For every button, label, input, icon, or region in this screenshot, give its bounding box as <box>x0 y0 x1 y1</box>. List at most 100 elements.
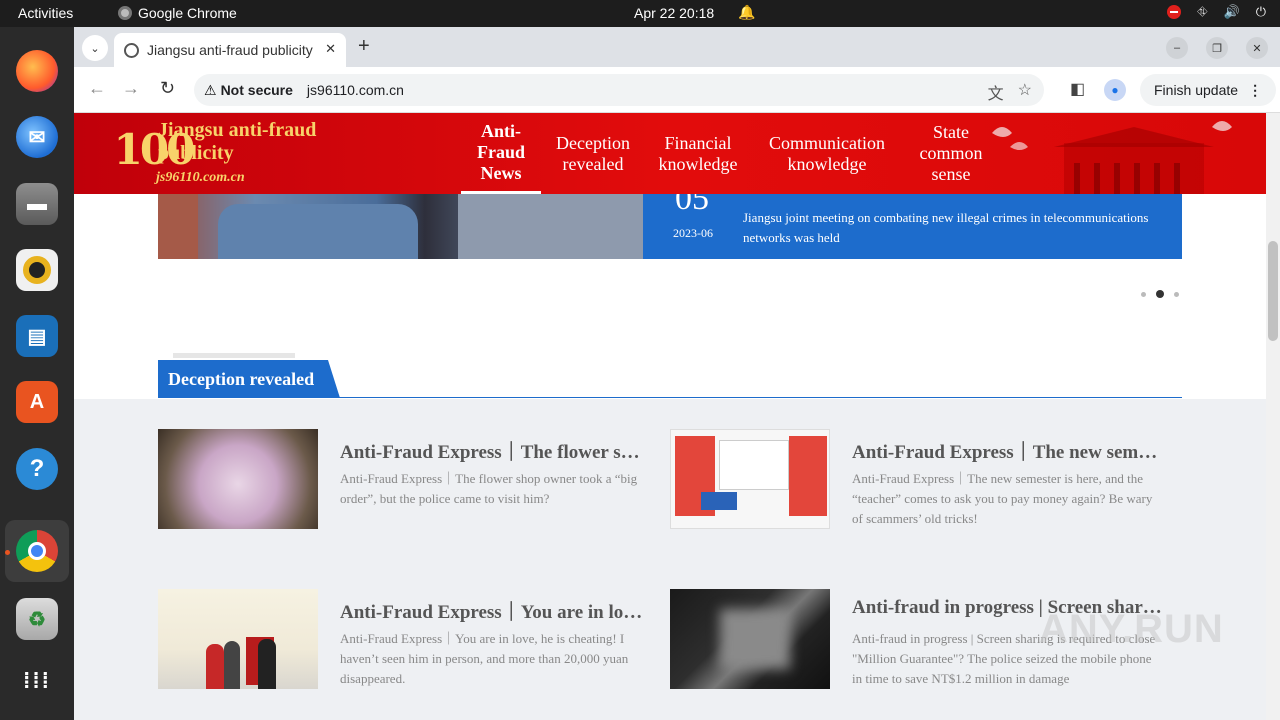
image-detail <box>719 440 789 490</box>
section-tab-shadow <box>173 353 295 358</box>
page-scrollbar[interactable] <box>1266 113 1280 720</box>
minimize-button[interactable]: – <box>1166 37 1188 59</box>
dock-files[interactable]: ▬ <box>13 180 61 228</box>
carousel-pagination <box>1141 290 1179 298</box>
reload-icon[interactable]: ↻ <box>160 78 175 99</box>
dock-firefox[interactable] <box>13 47 61 95</box>
running-indicator <box>5 550 10 555</box>
grid-icon: ⁞⁞⁞ <box>23 668 51 693</box>
volume-icon: 🔊 <box>1223 4 1240 19</box>
article-thumbnail-phone[interactable] <box>670 589 830 689</box>
carousel-image[interactable] <box>158 194 643 259</box>
article-thumbnail-flowers[interactable] <box>158 429 318 529</box>
close-window-button[interactable]: ✕ <box>1246 37 1268 59</box>
globe-icon <box>124 42 139 58</box>
article-summary: Anti-Fraud Express｜You are in love, he i… <box>340 631 629 686</box>
finish-update-button[interactable]: Finish update ⋮ <box>1140 74 1277 106</box>
translate-icon[interactable]: 文 <box>988 80 1004 104</box>
anyrun-watermark: ANY.RUN <box>1039 607 1224 651</box>
chevron-down-icon: ⌄ <box>90 42 100 55</box>
image-detail <box>701 492 737 510</box>
image-detail <box>206 644 224 689</box>
article-summary: Anti-Fraud Express｜The flower shop owner… <box>340 471 638 506</box>
article-thumbnail-police-station[interactable] <box>158 589 318 689</box>
rhythmbox-icon <box>16 249 58 291</box>
nav-communication-knowledge[interactable]: Communication knowledge <box>764 113 890 194</box>
kebab-menu-icon[interactable]: ⋮ <box>1248 82 1262 99</box>
article-title[interactable]: Anti-Fraud Express｜You are in love, he i… <box>340 597 650 624</box>
image-detail <box>158 194 198 259</box>
dock-libreoffice-impress[interactable]: ▤ <box>13 312 61 360</box>
article-title[interactable]: Anti-Fraud Express｜The new semester is h… <box>852 437 1162 464</box>
back-arrow-icon[interactable]: ← <box>88 78 106 99</box>
image-detail <box>458 194 643 259</box>
image-detail <box>258 639 276 689</box>
thunderbird-icon: ✉ <box>16 116 58 158</box>
tab-title: Jiangsu anti-fraud publicity <box>147 42 313 58</box>
dock-trash[interactable]: ♻ <box>13 595 61 643</box>
impress-icon: ▤ <box>16 315 58 357</box>
site-name[interactable]: Jiangsu anti-fraud publicity <box>158 119 358 165</box>
dock-show-apps[interactable]: ⁞⁞⁞ <box>13 657 61 705</box>
security-label[interactable]: Not secure <box>221 82 293 98</box>
clock[interactable]: Apr 22 20:18 <box>634 5 714 21</box>
nav-anti-fraud-news[interactable]: Anti-Fraud News <box>461 113 541 194</box>
nav-deception-revealed[interactable]: Deception revealed <box>551 113 635 194</box>
carousel-dot[interactable] <box>1141 291 1146 297</box>
warning-icon: ⚠ <box>204 81 217 98</box>
image-detail <box>218 204 418 259</box>
app-menu[interactable]: Google Chrome <box>118 5 237 21</box>
article-title[interactable]: Anti-Fraud Express｜The flower shop owner… <box>340 437 650 464</box>
files-icon: ▬ <box>16 183 58 225</box>
new-tab-button[interactable]: + <box>358 35 370 58</box>
article-card[interactable]: Anti-Fraud Express｜You are in love, he i… <box>158 589 658 689</box>
url-text[interactable]: js96110.com.cn <box>307 82 404 98</box>
omnibox-actions: 文 ☆ <box>988 80 1032 104</box>
close-icon[interactable]: ✕ <box>325 41 336 57</box>
carousel-caption[interactable]: 05 2023-06 Jiangsu joint meeting on comb… <box>643 180 1182 259</box>
app-center-icon: A <box>16 381 58 423</box>
activities-button[interactable]: Activities <box>18 5 73 21</box>
dock-help[interactable]: ? <box>13 445 61 493</box>
article-list: Anti-Fraud Express｜The flower shop owner… <box>74 399 1266 720</box>
section-title[interactable]: Deception revealed <box>158 360 340 398</box>
power-icon: ⏻ <box>1255 4 1266 19</box>
site-header: 100 Jiangsu anti-fraud publicity js96110… <box>74 113 1266 194</box>
tiananmen-decoration <box>992 121 1232 194</box>
bell-icon: 🔔 <box>738 4 756 20</box>
trash-icon: ♻ <box>16 598 58 640</box>
article-card[interactable]: Anti-Fraud Express｜The flower shop owner… <box>158 429 658 529</box>
system-tray[interactable]: ⛗ 🔊 ⏻ <box>1167 4 1266 20</box>
forward-arrow-icon[interactable]: → <box>122 78 140 99</box>
chrome-icon <box>118 6 132 20</box>
maximize-button[interactable]: ❐ <box>1206 37 1228 59</box>
image-detail <box>224 641 240 689</box>
carousel-dot[interactable] <box>1174 291 1179 297</box>
star-icon[interactable]: ☆ <box>1018 80 1032 104</box>
dock-rhythmbox[interactable] <box>13 246 61 294</box>
nav-state-common-sense[interactable]: State common sense <box>908 113 994 194</box>
dock-google-chrome[interactable] <box>13 527 61 575</box>
dock-thunderbird[interactable]: ✉ <box>13 113 61 161</box>
app-name-label: Google Chrome <box>138 5 237 21</box>
system-top-bar: Activities Google Chrome Apr 22 20:18 🔔 … <box>0 0 1280 27</box>
article-thumbnail-poster[interactable] <box>670 429 830 529</box>
tab-search-button[interactable]: ⌄ <box>82 35 108 61</box>
article-card[interactable]: Anti-Fraud Express｜The new semester is h… <box>670 429 1170 529</box>
carousel-dot-active[interactable] <box>1156 290 1164 298</box>
carousel-date: 2023-06 <box>673 226 713 240</box>
tab-active[interactable]: Jiangsu anti-fraud publicity ✕ <box>114 33 346 67</box>
address-bar[interactable]: ⚠ Not secure js96110.com.cn 文 ☆ <box>194 74 1044 106</box>
network-icon: ⛗ <box>1197 4 1208 19</box>
image-detail <box>789 436 827 516</box>
profile-avatar[interactable]: ● <box>1104 79 1126 101</box>
firefox-icon <box>16 50 58 92</box>
dock-app-center[interactable]: A <box>13 378 61 426</box>
browser-toolbar: ← → ↻ ⚠ Not secure js96110.com.cn 文 ☆ ◧ … <box>74 67 1280 113</box>
side-panel-icon[interactable]: ◧ <box>1070 79 1085 99</box>
site-url: js96110.com.cn <box>156 170 245 185</box>
carousel-text[interactable]: Jiangsu joint meeting on combating new i… <box>743 208 1163 248</box>
scrollbar-thumb[interactable] <box>1268 241 1278 341</box>
nav-financial-knowledge[interactable]: Financial knowledge <box>651 113 745 194</box>
person-icon: ● <box>1111 83 1119 97</box>
